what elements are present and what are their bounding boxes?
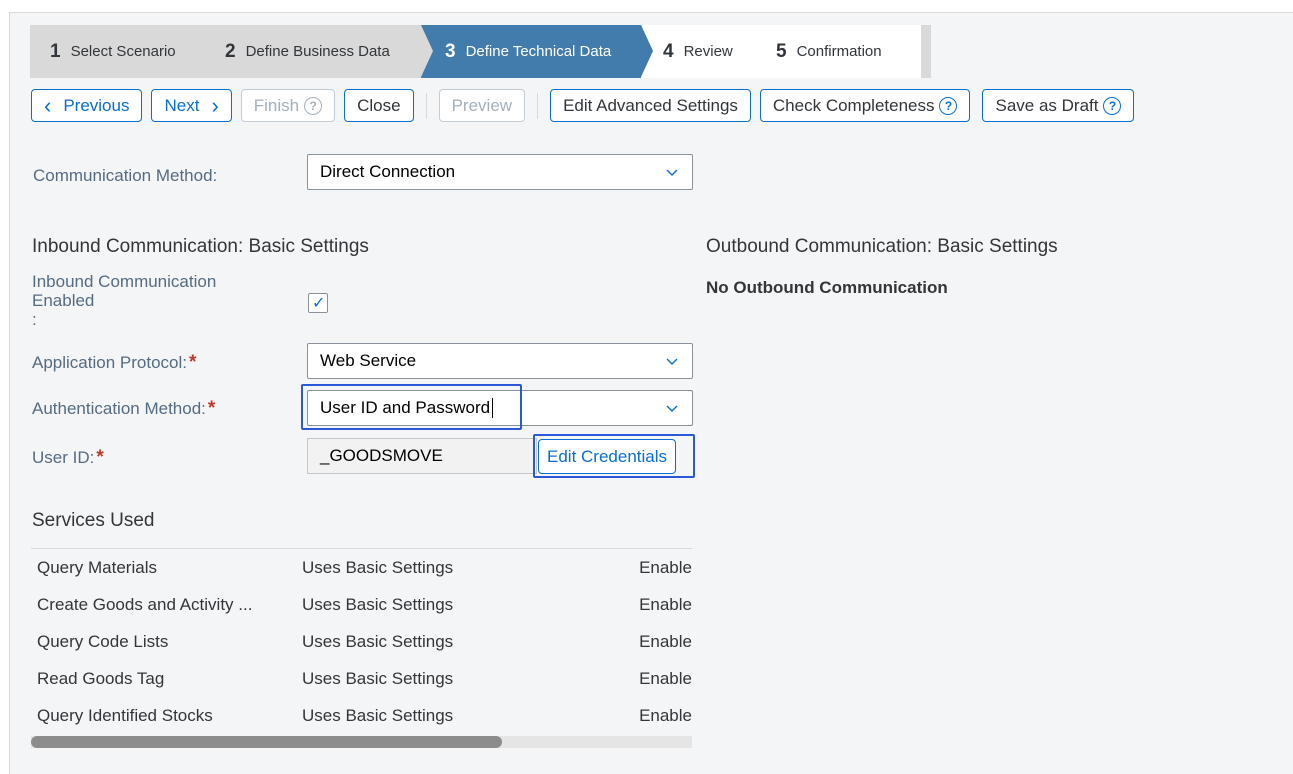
help-icon: ? — [304, 96, 323, 115]
communication-method-label: Communication Method: — [33, 166, 218, 185]
wizard-steps: 1 Select Scenario 2 Define Business Data… — [30, 25, 931, 78]
inbound-enabled-checkbox[interactable]: ✓ — [308, 293, 328, 313]
chevron-down-icon — [666, 358, 678, 365]
inbound-section-title: Inbound Communication: Basic Settings — [32, 236, 369, 257]
close-button[interactable]: Close — [344, 89, 414, 122]
step-label: Review — [683, 43, 733, 60]
step-label: Define Business Data — [245, 43, 390, 60]
step-number: 3 — [445, 40, 456, 62]
step-confirmation[interactable]: 5 Confirmation — [756, 25, 921, 78]
previous-button[interactable]: ‹ Previous — [31, 89, 143, 122]
user-id-field: _GOODSMOVE — [307, 438, 537, 474]
user-id-label: User ID: * — [32, 447, 104, 468]
table-row[interactable]: Query Materials Uses Basic Settings Enab… — [31, 549, 692, 586]
step-number: 2 — [225, 40, 236, 62]
help-icon: ? — [939, 96, 958, 115]
step-select-scenario[interactable]: 1 Select Scenario — [30, 25, 215, 78]
help-icon: ? — [1103, 96, 1122, 115]
step-label: Confirmation — [796, 43, 882, 60]
finish-button[interactable]: Finish ? — [240, 89, 336, 122]
check-icon: ✓ — [312, 295, 326, 312]
application-protocol-label: Application Protocol: * — [32, 352, 197, 373]
step-define-technical-data[interactable]: 3 Define Technical Data — [421, 25, 653, 78]
step-number: 1 — [50, 40, 61, 62]
step-number: 4 — [663, 40, 674, 62]
next-button[interactable]: Next › — [151, 89, 232, 122]
edit-advanced-settings-button[interactable]: Edit Advanced Settings — [550, 89, 751, 122]
table-row[interactable]: Create Goods and Activity ... Uses Basic… — [31, 586, 692, 623]
table-row[interactable]: Read Goods Tag Uses Basic Settings Enabl… — [31, 660, 692, 697]
services-table: Query Materials Uses Basic Settings Enab… — [31, 548, 692, 734]
focus-highlight — [533, 434, 695, 478]
toolbar-separator — [537, 92, 539, 119]
communication-method-select[interactable]: Direct Connection — [307, 154, 693, 190]
save-as-draft-button[interactable]: Save as Draft ? — [982, 89, 1135, 122]
chevron-left-icon: ‹ — [44, 92, 52, 118]
chevron-down-icon — [666, 405, 678, 412]
chevron-right-icon: › — [211, 92, 219, 118]
authentication-method-label: Authentication Method: * — [32, 398, 216, 419]
check-completeness-button[interactable]: Check Completeness ? — [759, 89, 971, 122]
table-row[interactable]: Query Identified Stocks Uses Basic Setti… — [31, 697, 692, 734]
scrollbar-thumb[interactable] — [31, 736, 502, 748]
step-review[interactable]: 4 Review — [641, 25, 768, 78]
services-title: Services Used — [32, 510, 155, 531]
table-row[interactable]: Query Code Lists Uses Basic Settings Ena… — [31, 623, 692, 660]
outbound-section-title: Outbound Communication: Basic Settings — [706, 236, 1058, 257]
chevron-down-icon — [666, 169, 678, 176]
horizontal-scrollbar[interactable] — [31, 736, 692, 748]
step-number: 5 — [776, 40, 787, 62]
wizard-toolbar: ‹ Previous Next › Finish ? Close Preview… — [31, 88, 1135, 123]
toolbar-separator — [425, 92, 427, 119]
preview-button[interactable]: Preview — [438, 89, 526, 122]
step-label: Define Technical Data — [465, 43, 612, 60]
step-define-business-data[interactable]: 2 Define Business Data — [203, 25, 433, 78]
no-outbound-text: No Outbound Communication — [706, 278, 948, 297]
application-protocol-select[interactable]: Web Service — [307, 343, 693, 379]
step-label: Select Scenario — [70, 43, 176, 60]
focus-highlight — [301, 384, 522, 430]
inbound-enabled-label: Inbound Communication Enabled : — [32, 272, 217, 329]
